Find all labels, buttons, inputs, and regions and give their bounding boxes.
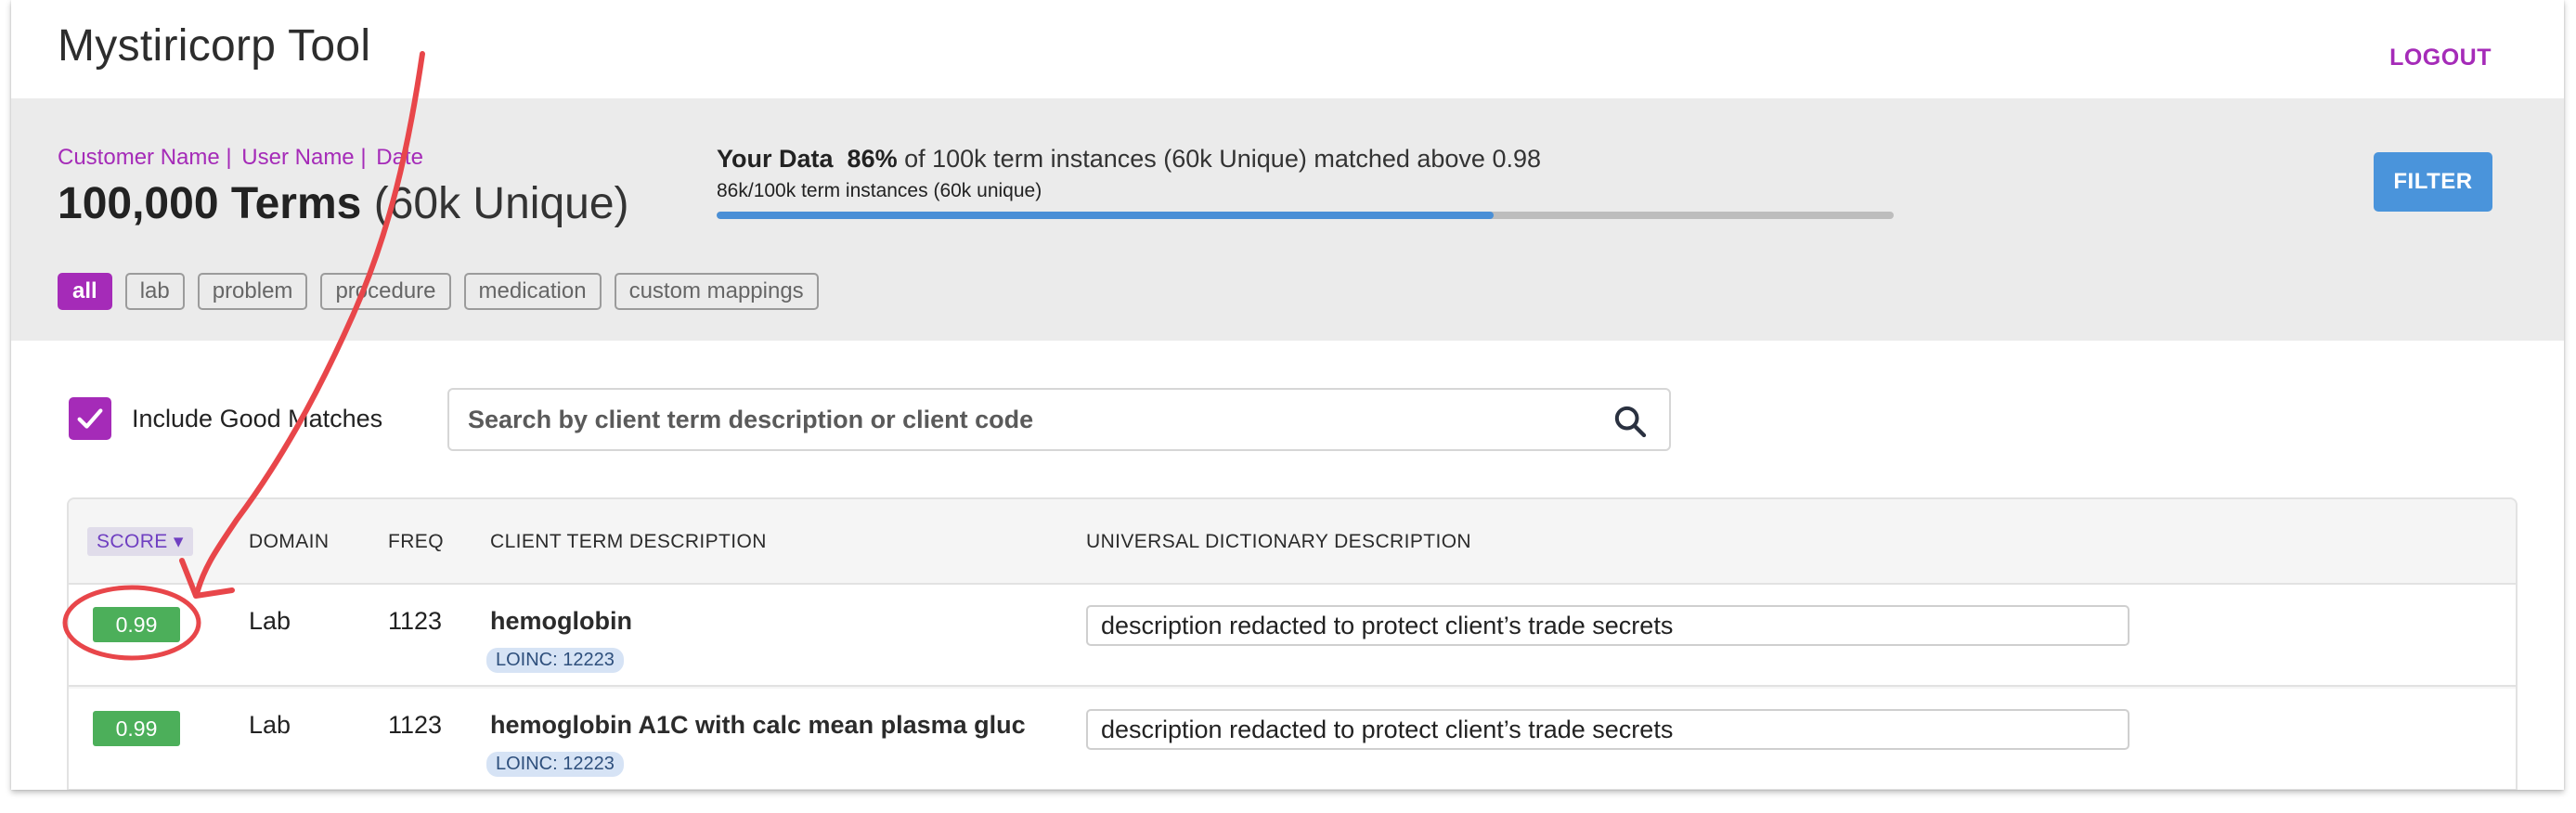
summary-panel: Customer Name | User Name | Date 100,000… [11, 98, 2564, 341]
meta-line: Customer Name | User Name | Date [58, 145, 427, 171]
app-window: Mystiricorp Tool LOGOUT Customer Name | … [11, 0, 2564, 790]
data-summary: Your Data 86% of 100k term instances (60… [717, 145, 1541, 174]
client-desc-cell: hemoglobin [490, 607, 632, 635]
chip-all[interactable]: all [58, 273, 112, 310]
match-progress-fill [717, 212, 1494, 219]
data-rest: of 100k term instances (60k Unique) matc… [904, 145, 1541, 173]
freq-cell: 1123 [388, 711, 443, 739]
domain-chips: all lab problem procedure medication cus… [58, 273, 819, 310]
include-good-matches-label: Include Good Matches [132, 404, 383, 432]
chip-problem[interactable]: problem [197, 273, 308, 310]
data-percent: 86% [847, 145, 898, 173]
match-progress-bar [717, 212, 1894, 219]
search-box [447, 388, 1671, 451]
freq-column-header: FREQ [388, 531, 444, 552]
chip-custom-mappings[interactable]: custom mappings [614, 273, 819, 310]
code-tag: LOINC: 12223 [486, 648, 624, 673]
top-bar: Mystiricorp Tool LOGOUT [11, 0, 2564, 98]
terms-count: 100,000 Terms (60k Unique) [58, 178, 629, 229]
domain-column-header: DOMAIN [249, 531, 330, 552]
universal-desc-column-header: UNIVERSAL DICTIONARY DESCRIPTION [1086, 531, 1471, 552]
score-column-header[interactable]: SCORE ▾ [87, 527, 193, 556]
app-title: Mystiricorp Tool [58, 21, 371, 71]
data-subtitle: 86k/100k term instances (60k unique) [717, 180, 1042, 201]
user-name: User Name | [241, 145, 367, 170]
client-desc-cell: hemoglobin A1C with calc mean plasma glu… [490, 711, 1026, 739]
data-label: Your Data [717, 145, 834, 173]
client-desc-column-header: CLIENT TERM DESCRIPTION [490, 531, 767, 552]
universal-desc-field[interactable]: description redacted to protect client’s… [1086, 709, 2129, 750]
table-row[interactable]: 0.99 Lab 1123 hemoglobin LOINC: 12223 de… [69, 585, 2516, 687]
domain-cell: Lab [249, 607, 291, 635]
freq-cell: 1123 [388, 607, 443, 635]
table-row[interactable]: 0.99 Lab 1123 hemoglobin A1C with calc m… [69, 689, 2516, 790]
terms-unique: (60k Unique) [373, 179, 629, 228]
filter-button[interactable]: FILTER [2374, 152, 2492, 212]
chip-medication[interactable]: medication [463, 273, 602, 310]
include-good-matches-checkbox[interactable] [69, 397, 111, 440]
domain-cell: Lab [249, 711, 291, 739]
include-good-matches-toggle[interactable]: Include Good Matches [69, 397, 382, 440]
check-icon [77, 408, 103, 429]
customer-name: Customer Name | [58, 145, 232, 170]
chip-procedure[interactable]: procedure [320, 273, 451, 310]
score-badge: 0.99 [93, 607, 180, 642]
date: Date [376, 145, 423, 170]
table-header: SCORE ▾ DOMAIN FREQ CLIENT TERM DESCRIPT… [69, 499, 2516, 585]
search-input[interactable] [468, 401, 1563, 438]
logout-link[interactable]: LOGOUT [2389, 45, 2492, 71]
terms-total: 100,000 Terms [58, 179, 362, 228]
code-tag: LOINC: 12223 [486, 752, 624, 777]
score-badge: 0.99 [93, 711, 180, 746]
terms-table: SCORE ▾ DOMAIN FREQ CLIENT TERM DESCRIPT… [67, 497, 2518, 790]
search-icon[interactable] [1612, 403, 1649, 440]
chip-lab[interactable]: lab [124, 273, 185, 310]
universal-desc-field[interactable]: description redacted to protect client’s… [1086, 605, 2129, 646]
